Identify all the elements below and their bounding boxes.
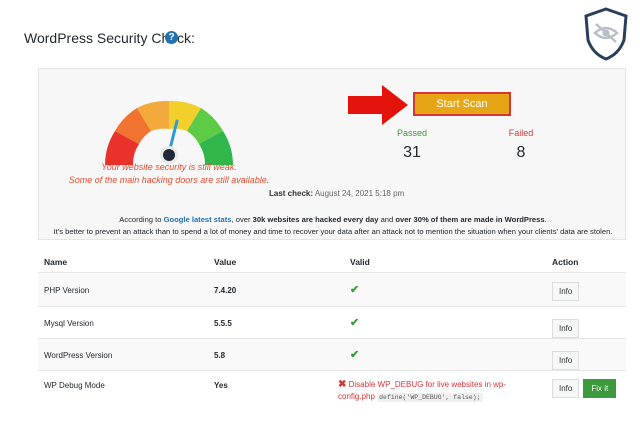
checks-table: Name Value Valid Action PHP Version 7.4.… xyxy=(38,248,626,410)
help-icon[interactable]: ? xyxy=(165,31,178,44)
info-end: . xyxy=(544,215,547,224)
security-status-message: Your website security is still weak. Som… xyxy=(59,161,279,187)
table-header: Name Value Valid Action xyxy=(38,248,626,272)
debug-actions: Info Fix it xyxy=(552,379,617,398)
header-valid: Valid xyxy=(350,257,370,267)
prevention-info: It's better to prevent an attack than to… xyxy=(53,227,613,236)
debug-code: define('WP_DEBUG', false); xyxy=(377,393,483,402)
last-check: Last check: August 24, 2021 5:18 pm xyxy=(269,189,404,198)
shield-logo-icon xyxy=(584,7,628,61)
header-name: Name xyxy=(44,257,68,267)
row-value: 5.5.5 xyxy=(214,319,232,328)
info-bold-1: 30k websites are hacked every day xyxy=(252,215,379,224)
row-value: Yes xyxy=(214,381,228,390)
table-row: PHP Version 7.4.20 ✔ Info xyxy=(38,272,626,306)
stats-info: According to Google latest stats, over 3… xyxy=(39,215,627,224)
debug-warning: ✖ Disable WP_DEBUG for live websites in … xyxy=(338,379,538,404)
table-row: WordPress Version 5.8 ✔ Info xyxy=(38,338,626,370)
header-action: Action xyxy=(552,257,579,267)
arrow-right-icon xyxy=(348,85,408,125)
info-mid-2: and xyxy=(378,215,396,224)
passed-count: 31 xyxy=(403,144,421,161)
check-icon: ✔ xyxy=(350,317,360,329)
fix-it-button[interactable]: Fix it xyxy=(583,379,617,398)
row-value: 5.8 xyxy=(214,351,226,360)
scan-panel: Your website security is still weak. Som… xyxy=(38,68,626,240)
table-row: Mysql Version 5.5.5 ✔ Info xyxy=(38,306,626,338)
row-name: WordPress Version xyxy=(44,351,113,360)
check-icon: ✔ xyxy=(350,349,360,361)
speedometer-icon xyxy=(105,100,233,165)
info-button[interactable]: Info xyxy=(552,282,580,301)
info-bold-2: over 30% of them are made in WordPress xyxy=(395,215,545,224)
info-mid-1: , over xyxy=(231,215,253,224)
row-name: WP Debug Mode xyxy=(44,381,105,390)
failed-count: 8 xyxy=(516,144,526,161)
info-button[interactable]: Info xyxy=(552,351,580,370)
info-prefix: According to xyxy=(119,215,164,224)
failed-label: Failed xyxy=(508,128,534,138)
passed-label: Passed xyxy=(396,128,428,138)
info-button[interactable]: Info xyxy=(552,379,580,398)
check-icon: ✔ xyxy=(350,284,360,296)
info-button[interactable]: Info xyxy=(552,319,580,338)
last-check-label: Last check: xyxy=(269,189,314,198)
start-scan-button[interactable]: Start Scan xyxy=(413,92,511,116)
row-value: 7.4.20 xyxy=(214,286,237,295)
cross-icon: ✖ xyxy=(338,379,347,390)
google-stats-link[interactable]: Google latest stats xyxy=(164,215,232,224)
title-bar: WordPress Security Check: ? xyxy=(0,0,640,66)
row-name: PHP Version xyxy=(44,286,90,295)
last-check-date: August 24, 2021 5:18 pm xyxy=(314,189,405,198)
table-row: WP Debug Mode Yes ✖ Disable WP_DEBUG for… xyxy=(38,370,626,410)
security-card: Your website security is still weak. Som… xyxy=(38,68,626,428)
status-line-2: Some of the main hacking doors are still… xyxy=(68,175,270,185)
row-name: Mysql Version xyxy=(44,319,94,328)
status-line-1: Your website security is still weak. xyxy=(101,162,237,172)
header-value: Value xyxy=(214,257,237,267)
